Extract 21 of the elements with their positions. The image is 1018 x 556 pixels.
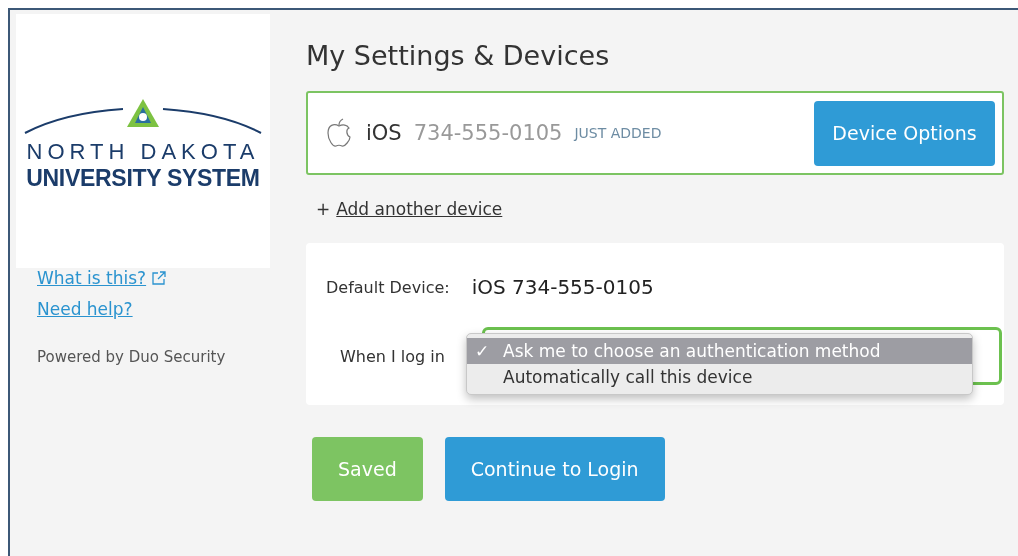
device-options-button[interactable]: Device Options [814,100,995,166]
logo-text: UNIVERSITY SYSTEM [26,164,260,192]
add-device-link[interactable]: Add another device [336,199,503,219]
powered-by-text: Powered by Duo Security [36,347,227,366]
dropdown-option[interactable]: ✓ Ask me to choose an authentication method [467,338,972,364]
help-link[interactable]: What is this? [37,268,147,288]
default-device-value: iOS 734-555-0105 [471,275,654,299]
default-device-label: Default Device: [326,277,450,297]
login-option-label: When I log in [340,346,445,366]
continue-button[interactable]: Continue to Login [444,437,665,501]
page-title: My Settings & Devices [306,40,611,71]
logo-text: NORTH DAKOTA [26,138,260,165]
saved-button[interactable]: Saved [312,437,423,501]
dropdown-option[interactable]: Automatically call this device [467,364,972,390]
just-added-label: JUST ADDED [574,125,663,141]
device-os: iOS [366,121,402,145]
plus-sign: + [316,199,331,219]
device-number: 734-555-0105 [413,121,563,145]
apple-icon [326,118,352,148]
help-link[interactable]: Need help? [37,299,133,319]
external-link-icon [152,271,167,285]
